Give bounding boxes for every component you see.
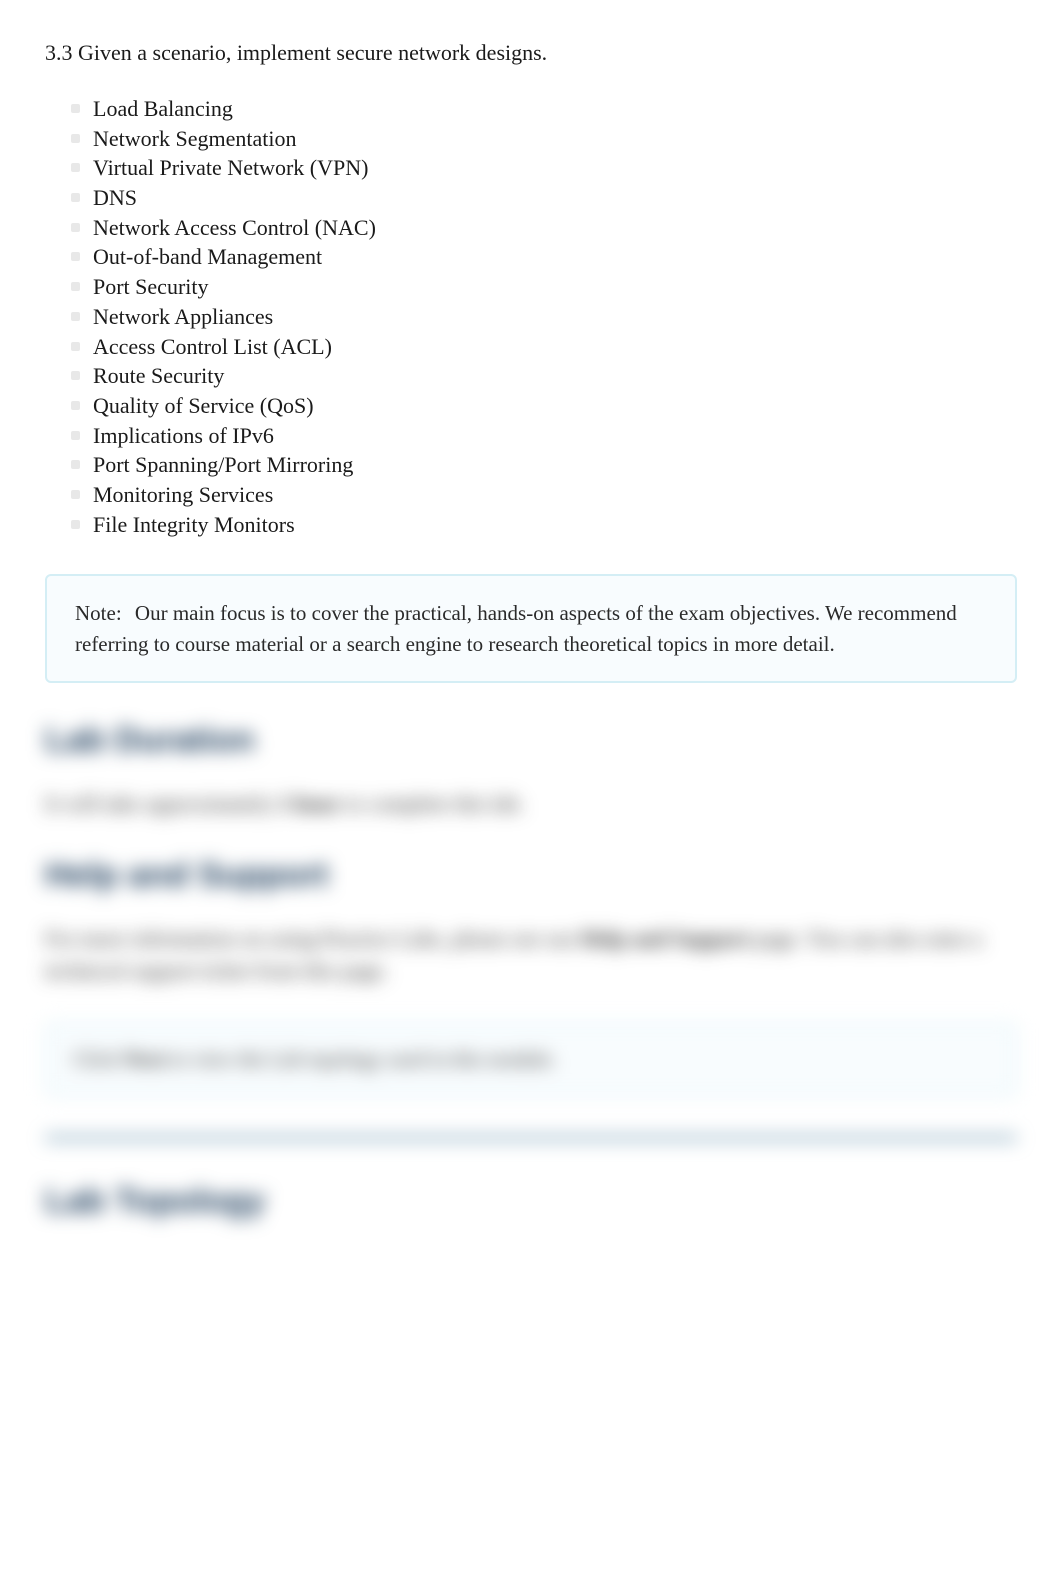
lab-topology-heading: Lab Topology bbox=[45, 1182, 1017, 1221]
note-callout: Note: Our main focus is to cover the pra… bbox=[45, 574, 1017, 683]
cta-pre: Click bbox=[73, 1047, 124, 1071]
lab-duration-heading: Lab Duration bbox=[45, 721, 1017, 760]
list-item: Access Control List (ACL) bbox=[71, 332, 1017, 362]
list-item: Network Access Control (NAC) bbox=[71, 213, 1017, 243]
note-text: Our main focus is to cover the practical… bbox=[75, 601, 957, 655]
bullet-list: Load Balancing Network Segmentation Virt… bbox=[45, 94, 1017, 539]
help-post: page. You can also raise a technical sup… bbox=[45, 926, 982, 983]
list-item: Port Security bbox=[71, 272, 1017, 302]
section-divider bbox=[45, 1136, 1017, 1140]
list-item: Network Appliances bbox=[71, 302, 1017, 332]
duration-post: to complete this lab. bbox=[340, 791, 524, 816]
duration-bold: 1 hour bbox=[278, 791, 340, 816]
list-item: Route Security bbox=[71, 361, 1017, 391]
section-intro: 3.3 Given a scenario, implement secure n… bbox=[45, 40, 1017, 66]
note-label: Note: bbox=[75, 601, 122, 625]
list-item: Load Balancing bbox=[71, 94, 1017, 124]
duration-text: It will take approximately 1 hour to com… bbox=[45, 788, 1017, 820]
list-item: Out-of-band Management bbox=[71, 242, 1017, 272]
cta-post: to view the Lab topology used in this mo… bbox=[166, 1047, 557, 1071]
list-item: Implications of IPv6 bbox=[71, 421, 1017, 451]
help-pre: For more information on using Practice L… bbox=[45, 926, 581, 951]
list-item: File Integrity Monitors bbox=[71, 510, 1017, 540]
list-item: Network Segmentation bbox=[71, 124, 1017, 154]
cta-bold: Next bbox=[124, 1047, 166, 1071]
blurred-preview: Lab Duration It will take approximately … bbox=[45, 721, 1017, 1221]
help-bold: Help and Support bbox=[581, 926, 750, 951]
list-item: Port Spanning/Port Mirroring bbox=[71, 450, 1017, 480]
list-item: Quality of Service (QoS) bbox=[71, 391, 1017, 421]
help-text: For more information on using Practice L… bbox=[45, 923, 1017, 987]
list-item: Monitoring Services bbox=[71, 480, 1017, 510]
help-support-heading: Help and Support bbox=[45, 856, 1017, 895]
list-item: DNS bbox=[71, 183, 1017, 213]
duration-pre: It will take approximately bbox=[45, 791, 278, 816]
spacer bbox=[45, 1249, 1017, 1529]
next-callout: Click Next to view the Lab topology used… bbox=[45, 1023, 1017, 1096]
list-item: Virtual Private Network (VPN) bbox=[71, 153, 1017, 183]
